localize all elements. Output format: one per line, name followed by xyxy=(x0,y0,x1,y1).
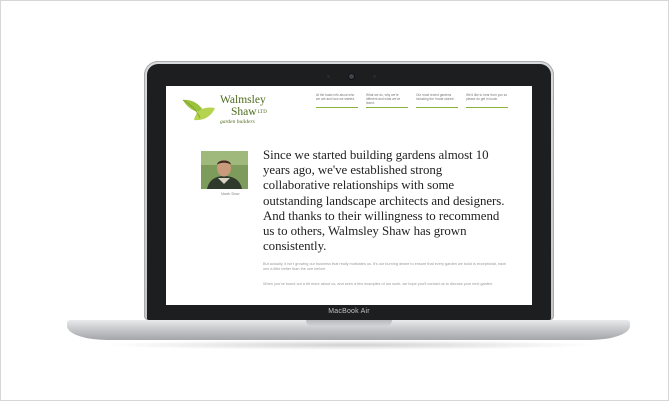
laptop-screen: Walmsley ShawLTD garden builders At the … xyxy=(166,86,532,305)
intro-headline: Since we started building gardens almost… xyxy=(263,148,505,254)
nav-item-gardens[interactable]: Our most recent gardens including the 'm… xyxy=(416,93,458,108)
laptop-shadow xyxy=(100,340,600,350)
portrait-caption: Martin Shaw xyxy=(221,192,240,196)
portrait-photo xyxy=(201,151,248,189)
body-paragraph: When you've found out a bit more about u… xyxy=(263,282,494,286)
nav-item-contact[interactable]: We'd like to hear from you so please do … xyxy=(466,93,508,108)
camera-icon xyxy=(349,74,354,79)
nav-item-what-we-do[interactable]: What we do, why we're different and what… xyxy=(366,93,408,108)
laptop-base xyxy=(67,320,630,340)
body-paragraph: But actually, it isn't growing our busin… xyxy=(263,262,507,272)
logo-line1: Walmsley xyxy=(220,94,266,106)
leaf-logo-icon xyxy=(182,99,215,121)
logo-wordmark: Walmsley ShawLTD xyxy=(220,94,267,118)
site-nav: At the basic info about who we are and h… xyxy=(316,93,508,108)
nav-item-about[interactable]: At the basic info about who we are and h… xyxy=(316,93,358,108)
site-logo[interactable]: Walmsley ShawLTD garden builders xyxy=(182,92,292,134)
laptop-lid: Walmsley ShawLTD garden builders At the … xyxy=(144,61,554,320)
bezel-sensor-dot xyxy=(373,75,376,78)
screen-bezel: Walmsley ShawLTD garden builders At the … xyxy=(147,64,551,320)
logo-line2: Shaw xyxy=(231,106,257,118)
macbook-label: MacBook Air xyxy=(328,307,370,315)
logo-tagline: garden builders xyxy=(220,119,255,125)
bezel-sensor-dot xyxy=(327,75,330,78)
lid-opening-notch xyxy=(306,320,392,326)
logo-ltd: LTD xyxy=(257,110,267,115)
